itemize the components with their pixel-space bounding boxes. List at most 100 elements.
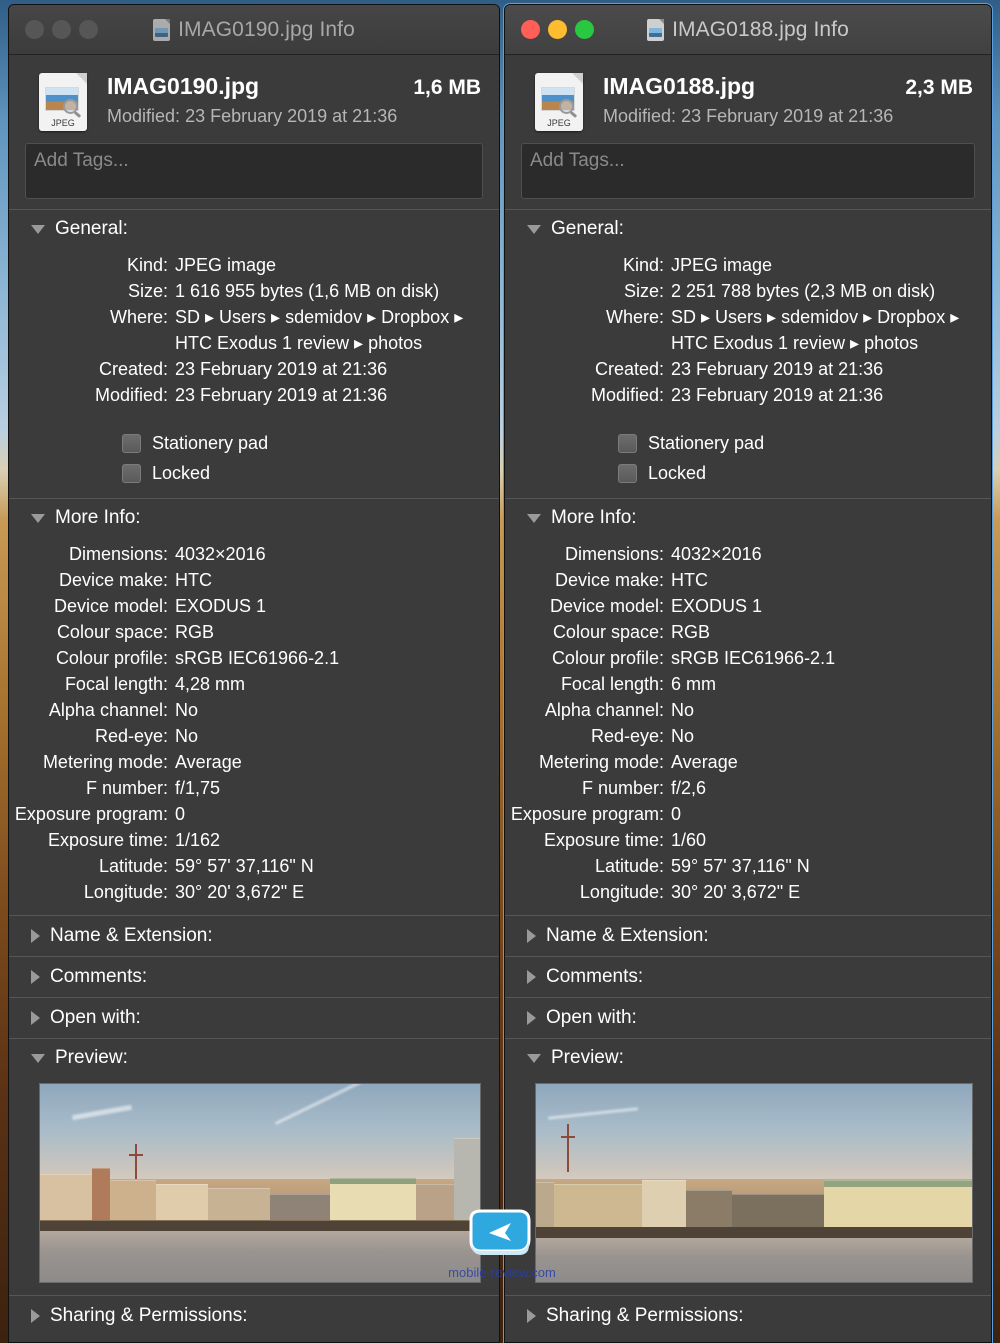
row-value: RGB	[175, 622, 215, 642]
add-tags-input[interactable]: Add Tags...	[25, 143, 483, 199]
name-extension-section-left[interactable]: Name & Extension:	[9, 915, 499, 956]
stationery-pad-row[interactable]: Stationery pad	[618, 428, 991, 458]
more-info-section-header[interactable]: More Info:	[505, 499, 991, 535]
tags-field-wrap-right: Add Tags...	[505, 139, 991, 209]
add-tags-input[interactable]: Add Tags...	[521, 143, 975, 199]
comments-header[interactable]: Comments:	[505, 957, 991, 997]
more-info-heading: More Info:	[55, 507, 141, 528]
row-label: F number:	[581, 778, 664, 798]
chevron-right-icon	[31, 970, 40, 984]
chevron-right-icon	[527, 970, 536, 984]
chevron-right-icon	[527, 1309, 536, 1323]
name-extension-section-right[interactable]: Name & Extension:	[505, 915, 991, 956]
row-label: Where:	[109, 307, 168, 327]
info-window-right[interactable]: IMAG0188.jpg Info JPEG IMAG0188.jpg 2,3 …	[504, 4, 992, 1343]
window-controls-left[interactable]	[25, 20, 98, 39]
comments-section-left[interactable]: Comments:	[9, 956, 499, 997]
sharing-permissions-header[interactable]: Sharing & Permissions:	[9, 1296, 499, 1336]
general-rows-right: Kind: JPEG image Size: 2 251 788 bytes (2,…	[505, 246, 991, 418]
comments-header[interactable]: Comments:	[9, 957, 499, 997]
info-row: Focal length: 6 mm	[505, 671, 977, 697]
open-with-header[interactable]: Open with:	[9, 998, 499, 1038]
row-value: sRGB IEC61966-2.1	[175, 648, 340, 668]
stationery-pad-row[interactable]: Stationery pad	[122, 428, 499, 458]
row-label: Metering mode:	[42, 752, 168, 772]
chevron-right-icon	[31, 1011, 40, 1025]
row-value: HTC	[671, 570, 708, 590]
file-size: 2,3 MB	[905, 76, 973, 99]
info-row: Focal length: 4,28 mm	[9, 671, 485, 697]
preview-heading: Preview:	[551, 1047, 624, 1068]
row-label: Latitude:	[594, 856, 664, 876]
name-extension-header[interactable]: Name & Extension:	[9, 916, 499, 956]
sharing-permissions-header[interactable]: Sharing & Permissions:	[505, 1296, 991, 1336]
info-row: Device model: EXODUS 1	[9, 593, 485, 619]
info-row: Device make: HTC	[505, 567, 977, 593]
info-row: Longitude: 30° 20' 3,672" E	[505, 879, 977, 905]
preview-header[interactable]: Preview:	[9, 1039, 499, 1075]
general-checkboxes-left: Stationery pad Locked	[9, 418, 499, 498]
general-section-header[interactable]: General:	[505, 210, 991, 246]
row-label: Longitude:	[83, 882, 168, 902]
chevron-down-icon	[31, 1053, 45, 1063]
row-label: Size:	[127, 281, 168, 301]
name-extension-heading: Name & Extension:	[546, 925, 709, 946]
info-row: Colour profile: sRGB IEC61966-2.1	[9, 645, 485, 671]
preview-image	[39, 1083, 481, 1283]
locked-checkbox[interactable]	[618, 463, 637, 483]
preview-header[interactable]: Preview:	[505, 1039, 991, 1075]
sharing-permissions-section-left[interactable]: Sharing & Permissions:	[9, 1295, 499, 1336]
row-label: Longitude:	[579, 882, 664, 902]
row-value: SD ▸ Users ▸ sdemidov ▸ Dropbox ▸ HTC Ex…	[175, 307, 464, 353]
modified-line: Modified: 23 February 2019 at 21:36	[603, 106, 973, 127]
preview-wrap-left	[9, 1075, 499, 1295]
stationery-pad-checkbox[interactable]	[618, 433, 637, 453]
stationery-pad-checkbox[interactable]	[122, 433, 141, 453]
info-row: Created: 23 February 2019 at 21:36	[9, 356, 485, 382]
general-section-right: General: Kind: JPEG image Size: 2 251 788 …	[505, 209, 991, 498]
titlebar-right[interactable]: IMAG0188.jpg Info	[505, 5, 991, 55]
row-value: 2 251 788 bytes (2,3 MB on disk)	[671, 281, 936, 301]
sharing-permissions-section-right[interactable]: Sharing & Permissions:	[505, 1295, 991, 1336]
info-row: Device make: HTC	[9, 567, 485, 593]
chevron-down-icon	[527, 513, 541, 523]
open-with-header[interactable]: Open with:	[505, 998, 991, 1038]
comments-section-right[interactable]: Comments:	[505, 956, 991, 997]
locked-row[interactable]: Locked	[122, 458, 499, 488]
info-row: Kind: JPEG image	[505, 252, 977, 278]
row-value: sRGB IEC61966-2.1	[671, 648, 836, 668]
row-label: Modified:	[94, 385, 168, 405]
info-row: Modified: 23 February 2019 at 21:36	[9, 382, 485, 408]
row-value: 0	[671, 804, 682, 824]
general-section-header[interactable]: General:	[9, 210, 499, 246]
icon-fold-corner	[572, 73, 583, 84]
info-window-left[interactable]: IMAG0190.jpg Info JPEG IMAG0190.jpg 1,6 …	[8, 4, 500, 1343]
row-value: 59° 57' 37,116" N	[175, 856, 314, 876]
file-size: 1,6 MB	[413, 76, 481, 99]
open-with-section-right[interactable]: Open with:	[505, 997, 991, 1038]
close-button[interactable]	[25, 20, 44, 39]
name-extension-header[interactable]: Name & Extension:	[505, 916, 991, 956]
open-with-section-left[interactable]: Open with:	[9, 997, 499, 1038]
minimize-button[interactable]	[52, 20, 71, 39]
titlebar-left[interactable]: IMAG0190.jpg Info	[9, 5, 499, 55]
locked-checkbox[interactable]	[122, 463, 141, 483]
more-info-section-header[interactable]: More Info:	[9, 499, 499, 535]
window-controls-right[interactable]	[521, 20, 594, 39]
desktop: IMAG0190.jpg Info JPEG IMAG0190.jpg 1,6 …	[0, 0, 1000, 1343]
zoom-button[interactable]	[575, 20, 594, 39]
row-label: Created:	[594, 359, 664, 379]
locked-row[interactable]: Locked	[618, 458, 991, 488]
modified-label: Modified:	[107, 106, 181, 126]
row-label: Focal length:	[560, 674, 664, 694]
row-label: Where:	[605, 307, 664, 327]
file-header-left: JPEG IMAG0190.jpg 1,6 MB Modified: 23 Fe…	[9, 55, 499, 139]
zoom-button[interactable]	[79, 20, 98, 39]
info-row: Exposure time: 1/60	[505, 827, 977, 853]
row-value: RGB	[671, 622, 711, 642]
info-row: Colour space: RGB	[9, 619, 485, 645]
close-button[interactable]	[521, 20, 540, 39]
row-value: HTC	[175, 570, 212, 590]
minimize-button[interactable]	[548, 20, 567, 39]
row-value: 0	[175, 804, 186, 824]
